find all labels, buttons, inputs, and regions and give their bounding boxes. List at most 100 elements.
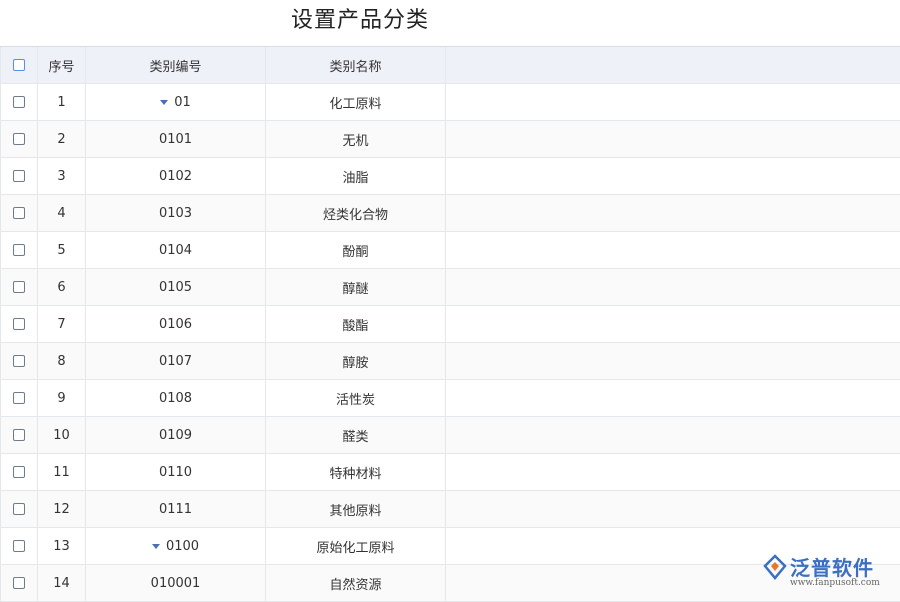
row-filler	[446, 454, 900, 490]
row-checkbox[interactable]	[13, 96, 25, 108]
row-filler	[446, 84, 900, 120]
row-name: 酸酯	[266, 306, 446, 342]
row-code: 0105	[158, 279, 193, 295]
row-checkbox-cell[interactable]	[0, 565, 38, 601]
row-checkbox[interactable]	[13, 207, 25, 219]
row-checkbox-cell[interactable]	[0, 454, 38, 490]
row-code-wrap: 01	[160, 95, 191, 110]
row-checkbox-cell[interactable]	[0, 491, 38, 527]
row-code-cell: 0106	[86, 306, 266, 342]
table-row[interactable]: 10 0109 醛类	[0, 417, 900, 454]
row-code-wrap: 0111	[159, 502, 192, 517]
row-code: 0107	[158, 353, 193, 369]
row-filler	[446, 269, 900, 305]
row-code: 0102	[158, 168, 193, 184]
row-name: 烃类化合物	[266, 195, 446, 231]
grid-body: 1 01 化工原料 2 0101 无机 3 0102 油脂 4 0103 烃类化合物 5 0104 酚酮 6 0…	[0, 84, 900, 602]
row-name: 其他原料	[266, 491, 446, 527]
header-seq[interactable]: 序号	[38, 47, 86, 83]
row-checkbox-cell[interactable]	[0, 232, 38, 268]
row-checkbox-cell[interactable]	[0, 306, 38, 342]
row-code-cell: 0101	[86, 121, 266, 157]
row-seq: 4	[38, 195, 86, 231]
table-row[interactable]: 5 0104 酚酮	[0, 232, 900, 269]
table-row[interactable]: 12 0111 其他原料	[0, 491, 900, 528]
table-row[interactable]: 1 01 化工原料	[0, 84, 900, 121]
table-row[interactable]: 6 0105 醇醚	[0, 269, 900, 306]
row-code: 010001	[150, 575, 201, 591]
row-checkbox-cell[interactable]	[0, 121, 38, 157]
table-row[interactable]: 9 0108 活性炭	[0, 380, 900, 417]
row-seq: 2	[38, 121, 86, 157]
brand-logo: 泛普软件 www.fanpusoft.com	[762, 550, 890, 594]
row-name: 原始化工原料	[266, 528, 446, 564]
row-code-cell: 0100	[86, 528, 266, 564]
category-grid: 序号 类别编号 类别名称 1 01 化工原料 2 0101 无机 3 0102 油脂 4 0103 烃…	[0, 46, 900, 602]
row-checkbox[interactable]	[13, 244, 25, 256]
row-checkbox[interactable]	[13, 318, 25, 330]
table-row[interactable]: 11 0110 特种材料	[0, 454, 900, 491]
row-checkbox[interactable]	[13, 355, 25, 367]
row-code-cell: 0102	[86, 158, 266, 194]
row-code-cell: 0103	[86, 195, 266, 231]
row-code-cell: 0108	[86, 380, 266, 416]
row-code-wrap: 0102	[159, 169, 192, 184]
row-seq: 11	[38, 454, 86, 490]
row-code-wrap: 0107	[159, 354, 192, 369]
row-checkbox[interactable]	[13, 170, 25, 182]
row-code-wrap: 0104	[159, 243, 192, 258]
row-seq: 7	[38, 306, 86, 342]
row-checkbox[interactable]	[13, 133, 25, 145]
select-all-checkbox[interactable]	[13, 59, 25, 71]
row-checkbox-cell[interactable]	[0, 84, 38, 120]
header-name[interactable]: 类别名称	[266, 47, 446, 83]
row-code-wrap: 010001	[151, 576, 201, 591]
row-checkbox-cell[interactable]	[0, 269, 38, 305]
table-row[interactable]: 4 0103 烃类化合物	[0, 195, 900, 232]
row-checkbox[interactable]	[13, 281, 25, 293]
header-code[interactable]: 类别编号	[86, 47, 266, 83]
row-name: 酚酮	[266, 232, 446, 268]
row-code-wrap: 0101	[159, 132, 192, 147]
table-row[interactable]: 7 0106 酸酯	[0, 306, 900, 343]
table-row[interactable]: 8 0107 醇胺	[0, 343, 900, 380]
row-checkbox-cell[interactable]	[0, 158, 38, 194]
row-checkbox[interactable]	[13, 392, 25, 404]
row-code: 0108	[158, 390, 193, 406]
row-seq: 8	[38, 343, 86, 379]
row-code: 0103	[158, 205, 193, 221]
row-checkbox-cell[interactable]	[0, 417, 38, 453]
row-checkbox[interactable]	[13, 540, 25, 552]
row-checkbox[interactable]	[13, 466, 25, 478]
brand-url: www.fanpusoft.com	[790, 578, 880, 588]
row-code-cell: 0104	[86, 232, 266, 268]
row-checkbox[interactable]	[13, 503, 25, 515]
row-code-wrap: 0103	[159, 206, 192, 221]
row-checkbox-cell[interactable]	[0, 528, 38, 564]
row-code-wrap: 0108	[159, 391, 192, 406]
row-checkbox-cell[interactable]	[0, 343, 38, 379]
row-code-cell: 0110	[86, 454, 266, 490]
row-checkbox[interactable]	[13, 577, 25, 589]
row-code: 0101	[158, 131, 193, 147]
row-seq: 10	[38, 417, 86, 453]
header-checkbox-cell[interactable]	[0, 47, 38, 83]
row-name: 自然资源	[266, 565, 446, 601]
row-filler	[446, 306, 900, 342]
tree-expand-caret-icon[interactable]	[151, 543, 160, 549]
row-name: 醇醚	[266, 269, 446, 305]
row-checkbox[interactable]	[13, 429, 25, 441]
row-code-cell: 0109	[86, 417, 266, 453]
row-code-cell: 010001	[86, 565, 266, 601]
tree-expand-caret-icon[interactable]	[160, 99, 169, 105]
row-filler	[446, 417, 900, 453]
row-seq: 1	[38, 84, 86, 120]
table-row[interactable]: 2 0101 无机	[0, 121, 900, 158]
row-name: 特种材料	[266, 454, 446, 490]
row-checkbox-cell[interactable]	[0, 380, 38, 416]
row-seq: 13	[38, 528, 86, 564]
table-row[interactable]: 3 0102 油脂	[0, 158, 900, 195]
row-name: 活性炭	[266, 380, 446, 416]
row-filler	[446, 158, 900, 194]
row-checkbox-cell[interactable]	[0, 195, 38, 231]
